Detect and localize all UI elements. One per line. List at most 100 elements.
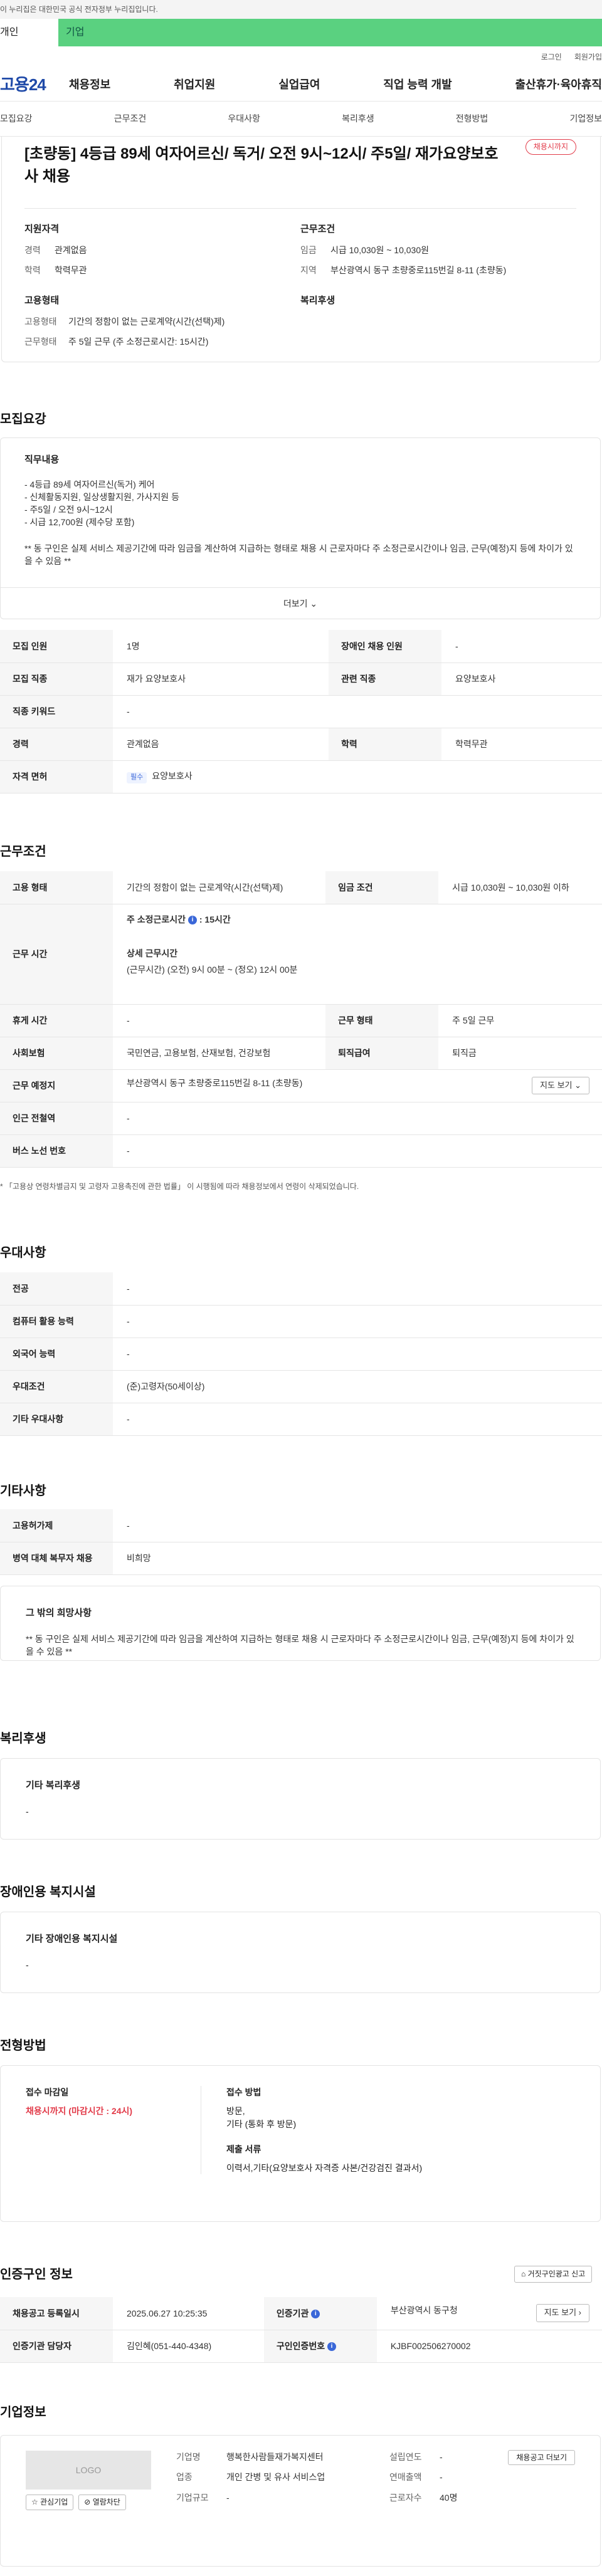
info-icon[interactable]: i [311,2309,320,2318]
table-row: 휴게 시간 - 근무 형태 주 5일 근무 [0,1004,602,1037]
table-row: 컴퓨터 활용 능력 - [0,1305,602,1338]
deadline-value: 채용시까지 (마감시간 : 24시) [26,2106,133,2117]
company-name-value: 행복한사람들재가복지센터 [226,2452,324,2462]
gnb-menu: 채용정보 취업지원 실업급여 직업 능력 개발 출산휴가·육아휴직 [69,76,602,93]
block-button[interactable]: ⊘ 열람차단 [78,2495,126,2511]
recruit-title: 모집요강 [0,412,46,426]
gnb-item-training[interactable]: 직업 능력 개발 [383,76,452,93]
welfare-value: - [26,1806,29,1816]
condition-block: 근무조건 임금 시급 10,030원 ~ 10,030원 지역 부산광역시 동구 초… [300,223,576,284]
map-button[interactable]: 지도 보기 ⌄ [532,1076,589,1095]
recruit-section: 모집요강 [0,411,46,429]
table-row: 전공 - [0,1272,602,1305]
table-row: 사회보험 국민연금, 고용보험, 산재보험, 건강보험 퇴직급여 퇴직금 [0,1037,602,1069]
join-link[interactable]: 회원가입 [574,52,602,63]
hope-title: 그 밖의 희망사항 [26,1608,92,1618]
method-label: 접수 방법 [226,2087,261,2097]
work-form-label: 근무형태 [24,337,57,347]
info-icon[interactable]: i [327,2342,337,2352]
table-row: 고용허가제 - [0,1509,602,1542]
report-button[interactable]: ⌂ 거짓구인광고 신고 [514,2266,593,2283]
table-row: 우대조건 (준)고령자(50세이상) [0,1370,602,1403]
table-row: 직종 키워드 - [0,695,602,728]
hope-card: 그 밖의 희망사항 ** 동 구인은 실제 서비스 제공기간에 따라 임금을 계… [0,1586,601,1661]
section-tabs: 모집요강 근무조건 우대사항 복리후생 전형방법 기업정보 [0,102,602,137]
table-row: 자격 면허 필수 요양보호사 [0,760,602,793]
cert-title: 인증구인 정보 [0,2268,73,2281]
usertype-tabs: 개인 기업 [0,19,602,46]
site-logo[interactable]: 고용24 [0,73,69,97]
map-button-2[interactable]: 지도 보기 › [536,2304,589,2323]
employ-type-label: 고용형태 [24,317,57,327]
job-title: [초량동] 4등급 89세 여자어르신/ 독거/ 오전 9시~12시/ 주5일/… [24,145,499,185]
applicant-heading: 지원자격 [24,224,60,234]
table-row: 모집 인원 1명 장애인 채용 인원 - [0,630,602,662]
required-tag: 필수 [127,772,147,783]
table-row: 병역 대체 복무자 채용 비희망 [0,1542,602,1574]
gnb-item-jobs[interactable]: 채용정보 [69,76,110,93]
tab-recruit[interactable]: 모집요강 [0,112,33,125]
employ-heading: 고용형태 [24,295,60,306]
etc-table: 고용허가제 - 병역 대체 복무자 채용 비희망 [0,1509,602,1575]
scale-label: 기업규모 [176,2492,209,2503]
table-row: 기타 우대사항 - [0,1403,602,1435]
region-label: 지역 [300,265,317,276]
table-row: 근무 시간 주 소정근로시간 i : 15시간 상세 근무시간 (근무시간) (… [0,904,602,1004]
method-value-2: 기타 (통화 후 방문) [226,2118,297,2129]
deadline-badge: 채용시까지 [525,139,576,155]
table-row: 인근 전철역 - [0,1102,602,1134]
condition-heading: 근무조건 [300,224,335,234]
tab-business[interactable]: 기업 [58,19,602,46]
tab-individual[interactable]: 개인 [0,19,58,46]
info-icon[interactable]: i [187,915,197,924]
interest-button[interactable]: ☆ 관심기업 [26,2495,74,2511]
job-desc-card: 직무내용 - 4등급 89세 여자어르신(독거) 케어 - 신체활동지원, 일상… [0,437,601,619]
career-label: 경력 [24,244,41,255]
table-row: 버스 노선 번호 - [0,1134,602,1167]
job-desc-title: 직무내용 [24,454,60,465]
block-icon: ⊘ [84,2498,91,2506]
company-name-label: 기업명 [176,2452,201,2462]
work-form-value: 주 5일 근무 (주 소정근로시간: 15시간) [68,337,209,347]
util-bar: 로그인 회원가입 [0,46,602,69]
staff-label: 근로자수 [389,2492,422,2503]
table-row: 외국어 능력 - [0,1338,602,1370]
chevron-down-icon: ⌄ [310,599,318,609]
docs-value: 이력서,기타(요양보호사 자격증 사본/건강검진 결과서) [226,2163,423,2174]
cert-table: 채용공고 등록일시 2025.06.27 10:25:35 인증기관 i 부산광역시 … [0,2297,602,2363]
welfare-heading: 복리후생 [300,295,335,306]
login-link[interactable]: 로그인 [541,52,562,63]
region-value: 부산광역시 동구 초량중로115번길 8-11 (초량동) [330,265,507,276]
table-row: 모집 직종 재가 요양보호사 관련 직종 요양보호사 [0,662,602,695]
tab-welfare[interactable]: 복리후생 [342,112,374,125]
more-recruit-button[interactable]: 채용공고 더보기 [508,2450,575,2465]
disabled-sub: 기타 장애인용 복지시설 [26,1934,118,1944]
tab-preference[interactable]: 우대사항 [228,112,260,125]
company-title: 기업정보 [0,2406,46,2419]
job-summary-card: [초량동] 4등급 89세 여자어르신/ 독거/ 오전 9시~12시/ 주5일/… [1,137,601,362]
work-title: 근무조건 [0,845,46,859]
method-value: 방문, [226,2106,245,2117]
sales-value: - [440,2472,443,2483]
more-button[interactable]: 더보기 ⌄ [1,587,600,619]
gnb-item-leave[interactable]: 출산휴가·육아휴직 [515,76,602,93]
biz-label: 업종 [176,2472,193,2483]
welfare-card: 기타 복리후생 - [0,1758,601,1840]
age-notice: * 「고용상 연령차별금지 및 고령자 고용촉진에 관한 법률」 이 시행됨에 … [0,1182,359,1191]
tab-work[interactable]: 근무조건 [114,112,147,125]
welfare-sub: 기타 복리후생 [26,1780,80,1791]
table-row: 근무 예정지 부산광역시 동구 초량중로115번길 8-11 (초량동) 지도 보기… [0,1069,602,1102]
gnb-item-unemployment[interactable]: 실업급여 [278,76,320,93]
home-icon: ⌂ [521,2270,526,2278]
tab-company[interactable]: 기업정보 [569,112,602,125]
star-icon: ☆ [31,2498,38,2506]
global-nav: 고용24 채용정보 취업지원 실업급여 직업 능력 개발 출산휴가·육아휴직 [0,69,602,102]
disabled-card: 기타 장애인용 복지시설 - [0,1912,601,1993]
company-logo: LOGO [26,2451,151,2490]
gnb-item-support[interactable]: 취업지원 [174,76,215,93]
welfare-block: 복리후생 [300,294,576,355]
recruit-table: 모집 인원 1명 장애인 채용 인원 - 모집 직종 재가 요양보호사 관련 직종 요양보호… [0,630,602,793]
staff-value: 40명 [440,2492,458,2503]
job-desc-text: - 4등급 89세 여자어르신(독거) 케어 - 신체활동지원, 일상생활지원,… [24,479,573,566]
tab-selection[interactable]: 전형방법 [456,112,488,125]
